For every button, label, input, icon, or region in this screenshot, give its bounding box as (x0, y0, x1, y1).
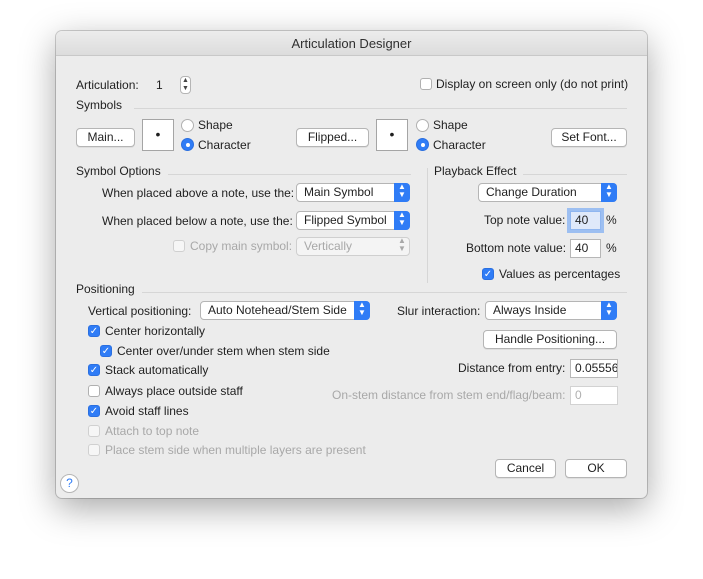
outside-staff-checkbox[interactable] (88, 385, 100, 397)
above-note-popup[interactable]: Main Symbol ▲ ▼ (296, 183, 410, 202)
vertical-positioning-label: Vertical positioning: (88, 304, 192, 318)
vertical-divider (427, 168, 428, 283)
stem-side-layers-label: Place stem side when multiple layers are… (105, 443, 366, 457)
center-stem-checkbox[interactable]: ✓ (100, 345, 112, 357)
attach-top-note-label: Attach to top note (105, 424, 200, 438)
copy-main-label: Copy main symbol: (190, 239, 293, 253)
popup-arrows-icon: ▲ ▼ (394, 183, 410, 202)
slur-interaction-value: Always Inside (493, 303, 567, 317)
playback-effect-value: Change Duration (486, 185, 577, 199)
popup-arrows-icon: ▲ ▼ (394, 211, 410, 230)
flipped-shape-radio[interactable] (416, 119, 429, 132)
popup-arrows-icon: ▲ ▼ (601, 183, 617, 202)
outside-staff-label: Always place outside staff (105, 384, 243, 398)
popup-arrows-icon: ▲ ▼ (354, 301, 370, 320)
bottom-note-label: Bottom note value: (466, 241, 567, 255)
onstem-distance-field[interactable]: 0 (570, 386, 618, 405)
vertical-positioning-value: Auto Notehead/Stem Side (208, 303, 347, 317)
top-note-label: Top note value: (484, 213, 566, 227)
flipped-symbol-button[interactable]: Flipped... (296, 128, 369, 147)
values-percent-label: Values as percentages (499, 267, 621, 281)
copy-main-checkbox[interactable] (173, 240, 185, 252)
positioning-separator (142, 292, 627, 293)
main-character-label: Character (198, 138, 251, 152)
set-font-button[interactable]: Set Font... (551, 128, 627, 147)
handle-positioning-button[interactable]: Handle Positioning... (483, 330, 617, 349)
stepper-up-icon[interactable]: ▲ (182, 77, 189, 84)
attach-top-note-checkbox[interactable] (88, 425, 100, 437)
stepper-down-icon[interactable]: ▼ (182, 85, 189, 92)
avoid-staff-lines-label: Avoid staff lines (105, 404, 189, 418)
top-note-field[interactable]: 40 (570, 211, 601, 230)
cancel-button[interactable]: Cancel (495, 459, 556, 478)
vertical-positioning-popup[interactable]: Auto Notehead/Stem Side ▲ ▼ (200, 301, 370, 320)
values-percent-checkbox[interactable]: ✓ (482, 268, 494, 280)
playback-separator (523, 174, 627, 175)
main-character-radio[interactable] (181, 138, 194, 151)
window-title: Articulation Designer (291, 36, 412, 51)
ok-button[interactable]: OK (565, 459, 627, 478)
bottom-note-field[interactable]: 40 (570, 239, 601, 258)
top-note-percent: % (606, 213, 617, 227)
symbols-separator (134, 108, 627, 109)
flipped-shape-label: Shape (433, 118, 468, 132)
popup-arrows-icon: ▲ ▼ (398, 236, 406, 253)
onstem-distance-label: On-stem distance from stem end/flag/beam… (332, 388, 566, 402)
articulation-stepper[interactable]: ▲ ▼ (180, 76, 191, 94)
above-note-label: When placed above a note, use the: (102, 186, 295, 200)
symbol-options-heading: Symbol Options (76, 164, 161, 178)
main-symbol-button[interactable]: Main... (76, 128, 135, 147)
positioning-heading: Positioning (76, 282, 135, 296)
main-symbol-preview: • (142, 119, 174, 151)
symbols-heading: Symbols (76, 98, 123, 112)
below-note-value: Flipped Symbol (304, 213, 387, 227)
copy-main-value: Vertically (304, 239, 353, 253)
distance-entry-field[interactable]: 0.05556 (570, 359, 618, 378)
playback-heading: Playback Effect (434, 164, 517, 178)
main-shape-radio[interactable] (181, 119, 194, 132)
flipped-character-radio[interactable] (416, 138, 429, 151)
display-only-checkbox[interactable] (420, 78, 432, 90)
stem-side-layers-checkbox[interactable] (88, 444, 100, 456)
articulation-number: 1 (156, 78, 163, 92)
stack-automatically-label: Stack automatically (105, 363, 209, 377)
bottom-note-percent: % (606, 241, 617, 255)
display-only-label: Display on screen only (do not print) (436, 77, 629, 91)
copy-main-popup[interactable]: Vertically ▲ ▼ (296, 237, 410, 256)
below-note-popup[interactable]: Flipped Symbol ▲ ▼ (296, 211, 410, 230)
articulation-designer-dialog: Articulation Designer Articulation: 1 ▲ ▼… (56, 31, 647, 498)
below-note-label: When placed below a note, use the: (102, 214, 293, 228)
playback-effect-popup[interactable]: Change Duration ▲ ▼ (478, 183, 617, 202)
articulation-label: Articulation: (76, 78, 139, 92)
above-note-value: Main Symbol (304, 185, 374, 199)
symbol-options-separator (168, 174, 411, 175)
help-button[interactable]: ? (60, 474, 79, 493)
center-horizontally-checkbox[interactable]: ✓ (88, 325, 100, 337)
popup-arrows-icon: ▲ ▼ (601, 301, 617, 320)
flipped-character-label: Character (433, 138, 486, 152)
distance-entry-label: Distance from entry: (458, 361, 566, 375)
main-shape-label: Shape (198, 118, 233, 132)
stack-automatically-checkbox[interactable]: ✓ (88, 364, 100, 376)
avoid-staff-lines-checkbox[interactable]: ✓ (88, 405, 100, 417)
title-bar[interactable]: Articulation Designer (56, 31, 647, 56)
slur-interaction-label: Slur interaction: (397, 304, 481, 318)
flipped-symbol-preview: • (376, 119, 408, 151)
center-horizontally-label: Center horizontally (105, 324, 206, 338)
center-stem-label: Center over/under stem when stem side (117, 344, 330, 358)
slur-interaction-popup[interactable]: Always Inside ▲ ▼ (485, 301, 617, 320)
